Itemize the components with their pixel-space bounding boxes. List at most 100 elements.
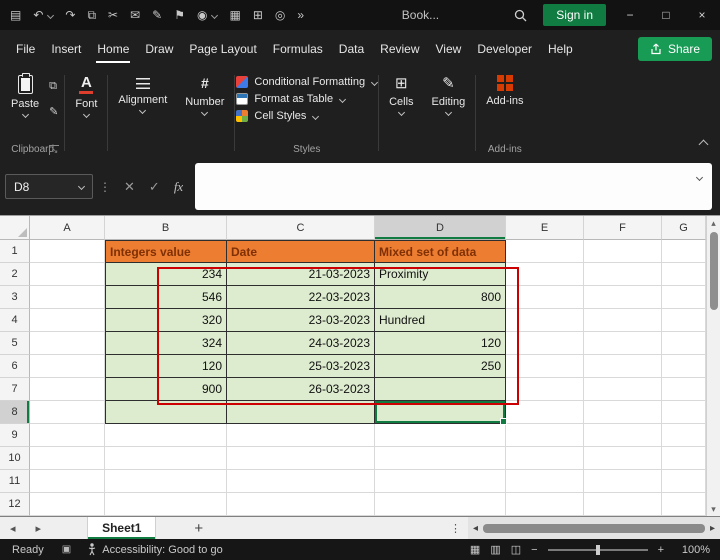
zoom-slider[interactable]	[547, 544, 648, 555]
expand-formula-bar-icon[interactable]	[695, 173, 704, 182]
cut-icon[interactable]: ✂	[108, 9, 118, 21]
insert-function-button[interactable]: fx	[167, 179, 190, 195]
vertical-scrollbar-thumb[interactable]	[709, 232, 718, 310]
vertical-scrollbar[interactable]: ▴ ▾	[706, 216, 720, 516]
cell-C2[interactable]: 21-03-2023	[227, 263, 375, 286]
cell-A9[interactable]	[30, 424, 105, 447]
print-icon[interactable]: ▦	[229, 9, 240, 21]
cell-A7[interactable]	[30, 378, 105, 401]
cell-D9[interactable]	[375, 424, 506, 447]
cell-C10[interactable]	[227, 447, 375, 470]
horizontal-scrollbar-thumb[interactable]	[483, 523, 705, 533]
tab-options-icon[interactable]: ⋮	[443, 522, 468, 535]
cell-D2[interactable]: Proximity	[375, 263, 506, 286]
save-icon[interactable]: ▤	[10, 9, 21, 21]
menu-tab-home[interactable]: Home	[89, 30, 137, 68]
scroll-up-icon[interactable]: ▴	[711, 216, 716, 230]
cell-G10[interactable]	[662, 447, 706, 470]
cell-A4[interactable]	[30, 309, 105, 332]
zoom-slider-thumb[interactable]	[595, 544, 600, 555]
cell-E9[interactable]	[506, 424, 584, 447]
cell-A6[interactable]	[30, 355, 105, 378]
cell-F3[interactable]	[584, 286, 662, 309]
cell-E8[interactable]	[506, 401, 584, 424]
hscroll-left-icon[interactable]: ◂	[468, 523, 483, 534]
row-header-6[interactable]: 6	[0, 355, 30, 378]
hscroll-right-icon[interactable]: ▸	[705, 523, 720, 534]
cell-B6[interactable]: 120	[105, 355, 227, 378]
camera-icon[interactable]: ◎	[275, 9, 285, 21]
cell-E4[interactable]	[506, 309, 584, 332]
cell-F1[interactable]	[584, 240, 662, 263]
cell-B1[interactable]: Integers value	[105, 240, 227, 263]
row-header-12[interactable]: 12	[0, 493, 30, 516]
cell-B10[interactable]	[105, 447, 227, 470]
column-header-G[interactable]: G	[662, 216, 706, 240]
redo-icon[interactable]: ↷	[65, 9, 75, 21]
cell-B8[interactable]	[105, 401, 227, 424]
formula-input[interactable]	[195, 163, 712, 210]
cell-G3[interactable]	[662, 286, 706, 309]
cell-D11[interactable]	[375, 470, 506, 493]
accessibility-status[interactable]: Accessibility: Good to go	[79, 543, 230, 556]
zoom-out-button[interactable]: −	[531, 544, 537, 556]
cell-F7[interactable]	[584, 378, 662, 401]
view-page-break-icon[interactable]: ◫	[511, 543, 521, 556]
cell-G5[interactable]	[662, 332, 706, 355]
copy-button[interactable]: ⧉	[49, 80, 58, 93]
macro-record-icon[interactable]: ▣	[54, 544, 79, 555]
cell-D7[interactable]	[375, 378, 506, 401]
cell-styles-button[interactable]: Cell Styles	[236, 110, 320, 122]
cell-C12[interactable]	[227, 493, 375, 516]
menu-tab-insert[interactable]: Insert	[43, 30, 89, 68]
menu-tab-developer[interactable]: Developer	[469, 30, 540, 68]
column-header-B[interactable]: B	[105, 216, 227, 240]
cell-C4[interactable]: 23-03-2023	[227, 309, 375, 332]
cell-E11[interactable]	[506, 470, 584, 493]
overflow-icon[interactable]: »	[297, 9, 304, 21]
cell-B4[interactable]: 320	[105, 309, 227, 332]
search-icon[interactable]	[514, 9, 527, 22]
undo-icon[interactable]: ↶	[33, 9, 43, 21]
menu-tab-help[interactable]: Help	[540, 30, 581, 68]
dropdown-caret-icon[interactable]	[211, 11, 219, 19]
cell-A3[interactable]	[30, 286, 105, 309]
cell-E2[interactable]	[506, 263, 584, 286]
menu-tab-file[interactable]: File	[8, 30, 43, 68]
cell-D12[interactable]	[375, 493, 506, 516]
grid-icon[interactable]: ⊞	[253, 9, 263, 21]
conditional-formatting-button[interactable]: Conditional Formatting	[236, 76, 379, 88]
minimize-button[interactable]: −	[612, 0, 648, 30]
cell-B2[interactable]: 234	[105, 263, 227, 286]
cell-G2[interactable]	[662, 263, 706, 286]
menu-tab-page-layout[interactable]: Page Layout	[181, 30, 264, 68]
cell-C9[interactable]	[227, 424, 375, 447]
name-box[interactable]: D8	[5, 174, 93, 199]
cell-C11[interactable]	[227, 470, 375, 493]
cell-A10[interactable]	[30, 447, 105, 470]
view-normal-icon[interactable]: ▦	[470, 543, 480, 556]
cell-A8[interactable]	[30, 401, 105, 424]
row-header-9[interactable]: 9	[0, 424, 30, 447]
cell-D6[interactable]: 250	[375, 355, 506, 378]
column-header-E[interactable]: E	[506, 216, 584, 240]
menu-tab-view[interactable]: View	[428, 30, 470, 68]
eye-icon[interactable]: ◉	[197, 9, 207, 21]
cell-E6[interactable]	[506, 355, 584, 378]
cell-A5[interactable]	[30, 332, 105, 355]
cell-D4[interactable]: Hundred	[375, 309, 506, 332]
view-page-layout-icon[interactable]: ▥	[490, 543, 500, 556]
clipboard-dialog-launcher[interactable]: ↘	[49, 145, 60, 155]
cell-B7[interactable]: 900	[105, 378, 227, 401]
mail-icon[interactable]: ✉	[130, 9, 140, 21]
zoom-level[interactable]: 100%	[674, 544, 710, 556]
sign-in-button[interactable]: Sign in	[543, 4, 606, 26]
cell-E12[interactable]	[506, 493, 584, 516]
close-button[interactable]: ×	[684, 0, 720, 30]
cell-C1[interactable]: Date	[227, 240, 375, 263]
menu-tab-data[interactable]: Data	[331, 30, 372, 68]
cell-E7[interactable]	[506, 378, 584, 401]
cell-B5[interactable]: 324	[105, 332, 227, 355]
cell-F6[interactable]	[584, 355, 662, 378]
cell-G6[interactable]	[662, 355, 706, 378]
